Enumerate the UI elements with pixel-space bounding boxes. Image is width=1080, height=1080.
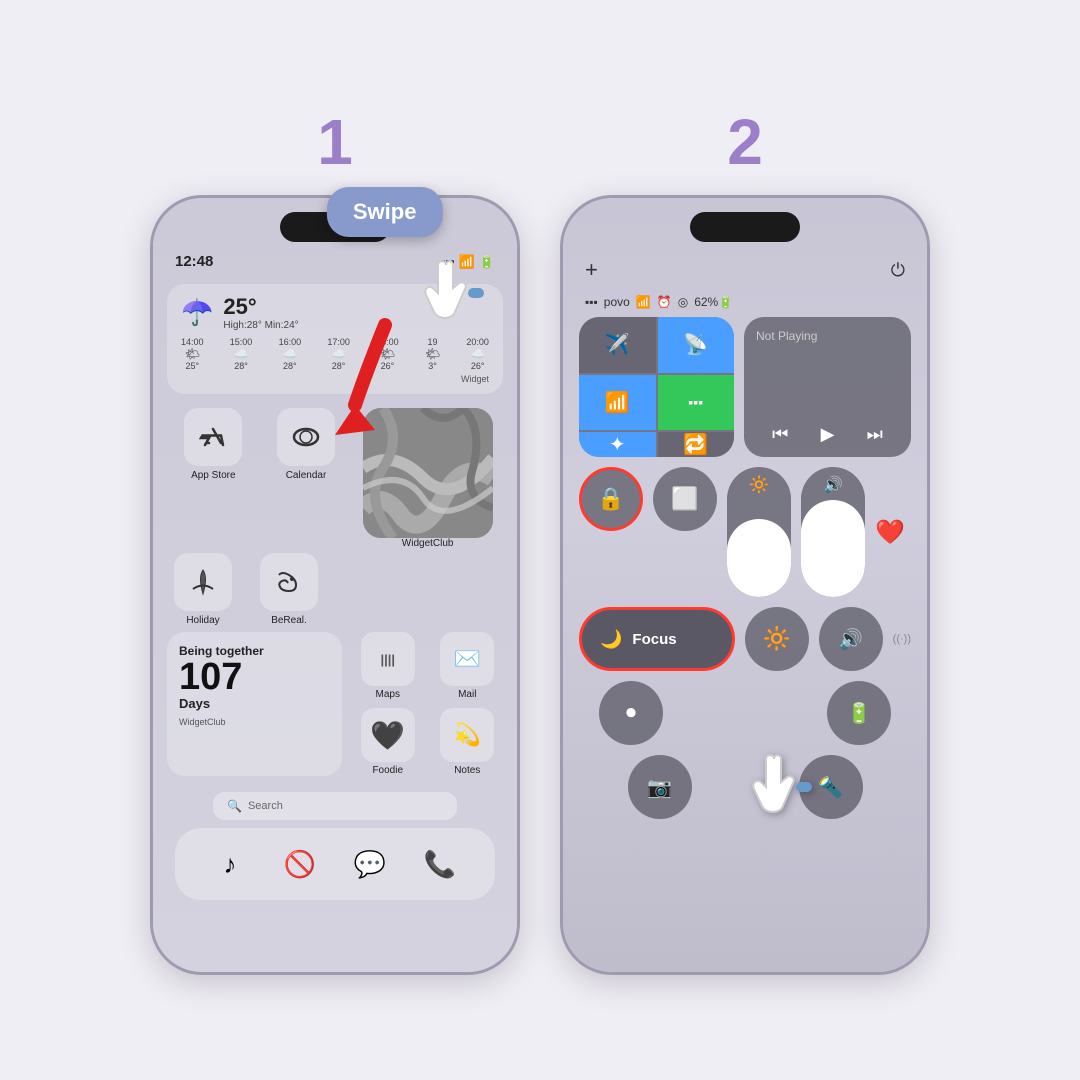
search-icon: 🔍 [227,799,242,813]
mail-app[interactable]: ✉️ Mail [432,632,504,700]
maps-label: Maps [376,689,400,700]
play-icon[interactable]: ▶ [821,424,835,445]
holiday-app[interactable]: Holiday [167,553,239,626]
cc-plus-icon[interactable]: + [585,257,598,283]
carrier-label: povo [604,295,630,309]
step-number-2: 2 [727,105,763,179]
app-store[interactable]: App Store [177,408,249,481]
notes-label: Notes [454,765,480,776]
hand-cursor-2 [736,744,816,837]
alarm-icon: ⏰ [657,295,672,309]
airdrop-tile[interactable]: 📡 [658,317,735,373]
weather-highlow: High:28° Min:24° [223,320,298,331]
weather-temp: 25° [223,294,298,320]
holiday-label: Holiday [186,615,219,626]
volume-small-tile[interactable]: 🔊 [819,607,883,671]
brightness-slider[interactable]: 🔆 [727,467,791,597]
music-dock-icon[interactable]: ♪ [204,838,256,890]
dock: ♪ 🚫 💬 📞 [175,828,495,900]
bereal-label: BeReal. [271,615,307,626]
mini-row-1: |||| Maps ✉️ Mail [352,632,503,700]
cellular-tile[interactable]: ▪▪▪ [658,375,735,431]
phone2-screen: + ⏻ ▪▪▪ povo 📶 ⏰ ◎ 62%🔋 [563,198,927,972]
notes-icon: 💫 [440,708,494,762]
prev-icon[interactable]: ⏮ [772,424,788,445]
foodie-icon: 🖤 [361,708,415,762]
holiday-icon [174,553,232,611]
next-icon[interactable]: ⏭ [867,424,883,445]
cc-power-icon[interactable]: ⏻ [891,260,905,281]
red-arrow [325,315,415,445]
dynamic-island-2 [690,212,800,242]
status-time: 12:48 [175,253,213,270]
cc-status: ▪▪▪ povo 📶 ⏰ ◎ 62%🔋 [563,295,927,317]
widget-area: Being together 107 Days WidgetClub |||| … [153,626,517,782]
being-together-widget[interactable]: Being together 107 Days WidgetClub [167,632,342,776]
app-store-label: App Store [191,470,235,481]
mini-row-2: 🖤 Foodie 💫 Notes [352,708,503,776]
connectivity-tile: ✈️ 📡 📶 ▪▪▪ ✦ 🔁 [579,317,734,457]
not-playing-label: Not Playing [756,329,899,343]
maps-app[interactable]: |||| Maps [352,632,424,700]
umbrella-icon: ☂️ [181,297,213,328]
search-bar[interactable]: 🔍 Search [213,792,457,820]
cc-row-1: ✈️ 📡 📶 ▪▪▪ ✦ 🔁 Not Playing ⏮ [579,317,911,457]
media-controls: ⏮ ▶ ⏭ [756,424,899,445]
volume-slider[interactable]: 🔊 [801,467,865,597]
signal-small: ((·)) [893,607,911,671]
notes-app[interactable]: 💫 Notes [432,708,504,776]
maps-icon: |||| [361,632,415,686]
moon-icon: 🌙 [600,629,622,650]
signal-bars: ▪▪▪ [585,295,598,309]
widgetclub-top-label: WidgetClub [402,538,454,549]
phone-dock-icon[interactable]: 📞 [414,838,466,890]
mail-label: Mail [458,689,476,700]
cc-row-3: 🌙 Focus 🔆 🔊 ((·)) [579,607,911,671]
screen-lock-tile[interactable]: 🔒 [579,467,643,531]
location-icon: ◎ [678,295,688,309]
mini-apps-col: |||| Maps ✉️ Mail 🖤 Foodie [352,632,503,776]
wifi-cc-icon: 📶 [636,295,651,309]
safari-dock-icon[interactable]: 🚫 [274,838,326,890]
camera-tile[interactable]: 📷 [628,755,692,819]
app-row-2: Holiday BeReal. [153,549,517,626]
foodie-label: Foodie [372,765,403,776]
step-1: 1 Swipe 12:48 ▪▪▪ [150,105,520,975]
bt-tile[interactable]: ✦ [579,432,656,457]
screen-rec-tile[interactable]: ⏺ [599,681,663,745]
focus-label: Focus [632,631,676,648]
step-2: 2 + ⏻ ▪▪▪ povo 📶 ⏰ ◎ 62%🔋 [560,105,930,975]
days-number: 107 [179,658,330,696]
foodie-app[interactable]: 🖤 Foodie [352,708,424,776]
battery-cc: 62%🔋 [694,295,733,309]
search-label: Search [248,800,283,812]
phone-2: + ⏻ ▪▪▪ povo 📶 ⏰ ◎ 62%🔋 [560,195,930,975]
bereal-app[interactable]: BeReal. [253,553,325,626]
messages-dock-icon[interactable]: 💬 [344,838,396,890]
widgetclub-bottom-label: WidgetClub [179,717,330,727]
swipe-bubble: Swipe [327,187,443,237]
media-tile: Not Playing ⏮ ▶ ⏭ [744,317,911,457]
calendar-label: Calendar [286,470,327,481]
screen-mirror-tile[interactable]: ⬜ [653,467,717,531]
airdrop2-tile[interactable]: 🔁 [658,432,735,457]
step-number-1: 1 [317,105,353,179]
airplane-tile[interactable]: ✈️ [579,317,656,373]
days-label: Days [179,696,330,711]
brightness-small-tile[interactable]: 🔆 [745,607,809,671]
bereal-icon [260,553,318,611]
app-store-icon [184,408,242,466]
heart-icon[interactable]: ❤️ [875,467,905,597]
hand-placeholder [713,681,777,745]
hand-cursor-1 [408,250,488,343]
focus-tile[interactable]: 🌙 Focus [579,607,735,671]
main-container: 1 Swipe 12:48 ▪▪▪ [110,45,970,1035]
wifi-tile[interactable]: 📶 [579,375,656,431]
cc-row-4: ⏺ 🔋 [579,681,911,745]
cc-header: + ⏻ [563,253,927,295]
cc-row-2: 🔒 ⬜ 🔆 🔊 ❤️ [579,467,911,597]
mail-icon: ✉️ [440,632,494,686]
battery-tile[interactable]: 🔋 [827,681,891,745]
